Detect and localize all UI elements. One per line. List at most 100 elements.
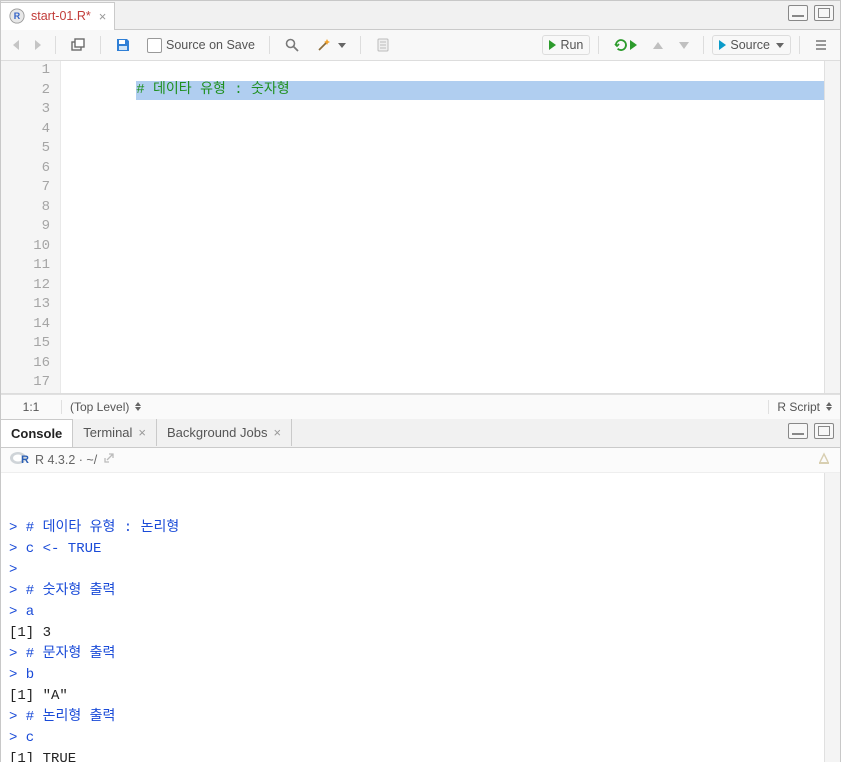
minimize-pane-icon[interactable] — [788, 423, 808, 439]
line-number: 15 — [1, 334, 50, 354]
separator — [55, 36, 56, 54]
editor-toolbar: Source on Save Run — [1, 30, 840, 61]
console-input-line: > b — [9, 665, 832, 686]
console-header: R R 4.3.2 · ~/ — [1, 448, 840, 473]
line-number: 4 — [1, 120, 50, 140]
line-number: 7 — [1, 178, 50, 198]
outline-button[interactable] — [808, 36, 834, 54]
console-input-line: > # 문자형 출력 — [9, 644, 832, 665]
console-output[interactable]: > # 데이타 유형 : 논리형> c <- TRUE> > # 숫자형 출력>… — [1, 473, 840, 762]
console-input-line: > # 데이타 유형 : 논리형 — [9, 518, 832, 539]
console-input-line: > # 논리형 출력 — [9, 707, 832, 728]
line-number: 2 — [1, 81, 50, 101]
file-tab[interactable]: R start-01.R* × — [1, 2, 115, 30]
code-line[interactable] — [69, 120, 840, 140]
rerun-button[interactable] — [607, 35, 643, 55]
run-button[interactable]: Run — [542, 35, 590, 55]
console-input-line: > c — [9, 728, 832, 749]
arrow-right-icon — [35, 40, 41, 50]
tab-label: Console — [11, 426, 62, 441]
chevron-down-icon — [776, 43, 784, 48]
scope-selector[interactable]: (Top Level) — [62, 400, 149, 414]
source-on-save-label: Source on Save — [166, 38, 255, 52]
separator — [598, 36, 599, 54]
tab-console[interactable]: Console — [1, 419, 73, 447]
line-number: 9 — [1, 217, 50, 237]
cursor-position: 1:1 — [1, 400, 62, 414]
close-icon[interactable]: × — [138, 425, 146, 440]
run-icon — [549, 40, 556, 50]
updown-icon — [826, 402, 832, 411]
line-number: 6 — [1, 159, 50, 179]
console-tab-bar: Console Terminal × Background Jobs × — [1, 419, 840, 448]
go-prev-section-button[interactable] — [647, 40, 669, 51]
code-line[interactable] — [69, 100, 840, 120]
language-selector[interactable]: R Script — [768, 400, 840, 414]
nav-back-button[interactable] — [7, 38, 25, 52]
tab-terminal[interactable]: Terminal × — [73, 419, 157, 446]
arrow-right-icon — [630, 40, 637, 50]
line-number: 1 — [1, 61, 50, 81]
go-next-section-button[interactable] — [673, 40, 695, 51]
separator — [799, 36, 800, 54]
console-input-line: > a — [9, 602, 832, 623]
arrow-down-icon — [679, 42, 689, 49]
line-number: 16 — [1, 354, 50, 374]
line-number: 5 — [1, 139, 50, 159]
source-label: Source — [730, 38, 770, 52]
r-file-icon: R — [9, 8, 25, 24]
editor-status-bar: 1:1 (Top Level) R Script — [1, 394, 840, 419]
compile-report-button[interactable] — [369, 35, 397, 55]
run-label: Run — [560, 38, 583, 52]
minimize-pane-icon[interactable] — [788, 5, 808, 21]
line-number: 13 — [1, 295, 50, 315]
console-output-line: [1] 3 — [9, 623, 832, 644]
line-number: 3 — [1, 100, 50, 120]
popout-icon[interactable] — [103, 452, 115, 467]
file-tab-label: start-01.R* — [31, 9, 91, 23]
source-icon — [719, 40, 726, 50]
clear-console-icon[interactable] — [816, 450, 832, 469]
code-editor[interactable]: 1234567891011121314151617 # 데이타 유형 : 숫자형… — [1, 61, 840, 394]
line-gutter: 1234567891011121314151617 — [1, 61, 61, 393]
line-number: 12 — [1, 276, 50, 296]
updown-icon — [135, 402, 141, 411]
close-icon[interactable]: × — [273, 425, 281, 440]
separator — [269, 36, 270, 54]
separator — [703, 36, 704, 54]
code-tools-button[interactable] — [310, 35, 352, 55]
vertical-scrollbar[interactable] — [824, 61, 840, 393]
line-number: 10 — [1, 237, 50, 257]
source-button[interactable]: Source — [712, 35, 791, 55]
line-number: 14 — [1, 315, 50, 335]
console-head-label: R 4.3.2 · ~/ — [35, 453, 97, 467]
line-number: 11 — [1, 256, 50, 276]
line-number: 8 — [1, 198, 50, 218]
separator — [100, 36, 101, 54]
svg-text:R: R — [21, 454, 29, 466]
svg-text:R: R — [14, 11, 21, 21]
tab-background-jobs[interactable]: Background Jobs × — [157, 419, 292, 446]
source-on-save-toggle[interactable]: Source on Save — [141, 36, 261, 55]
checkbox-icon — [147, 38, 162, 53]
chevron-down-icon — [338, 43, 346, 48]
console-input-line: > # 숫자형 출력 — [9, 581, 832, 602]
maximize-pane-icon[interactable] — [814, 5, 834, 21]
vertical-scrollbar[interactable] — [824, 473, 840, 762]
nav-forward-button[interactable] — [29, 38, 47, 52]
code-area[interactable]: # 데이타 유형 : 숫자형a <- 3 # 데이타 유형 : 문자형b <- … — [61, 61, 840, 393]
arrow-up-icon — [653, 42, 663, 49]
find-replace-button[interactable] — [278, 35, 306, 55]
console-input-line: > — [9, 560, 832, 581]
console-output-line: [1] "A" — [9, 686, 832, 707]
tab-label: Terminal — [83, 425, 132, 440]
language-label: R Script — [777, 400, 820, 414]
save-button[interactable] — [109, 35, 137, 55]
code-line[interactable]: # 데이타 유형 : 숫자형 — [136, 81, 840, 101]
console-input-line: > c <- TRUE — [9, 539, 832, 560]
show-in-new-window-button[interactable] — [64, 35, 92, 55]
arrow-left-icon — [13, 40, 19, 50]
tab-label: Background Jobs — [167, 425, 267, 440]
maximize-pane-icon[interactable] — [814, 423, 834, 439]
close-icon[interactable]: × — [97, 10, 109, 23]
